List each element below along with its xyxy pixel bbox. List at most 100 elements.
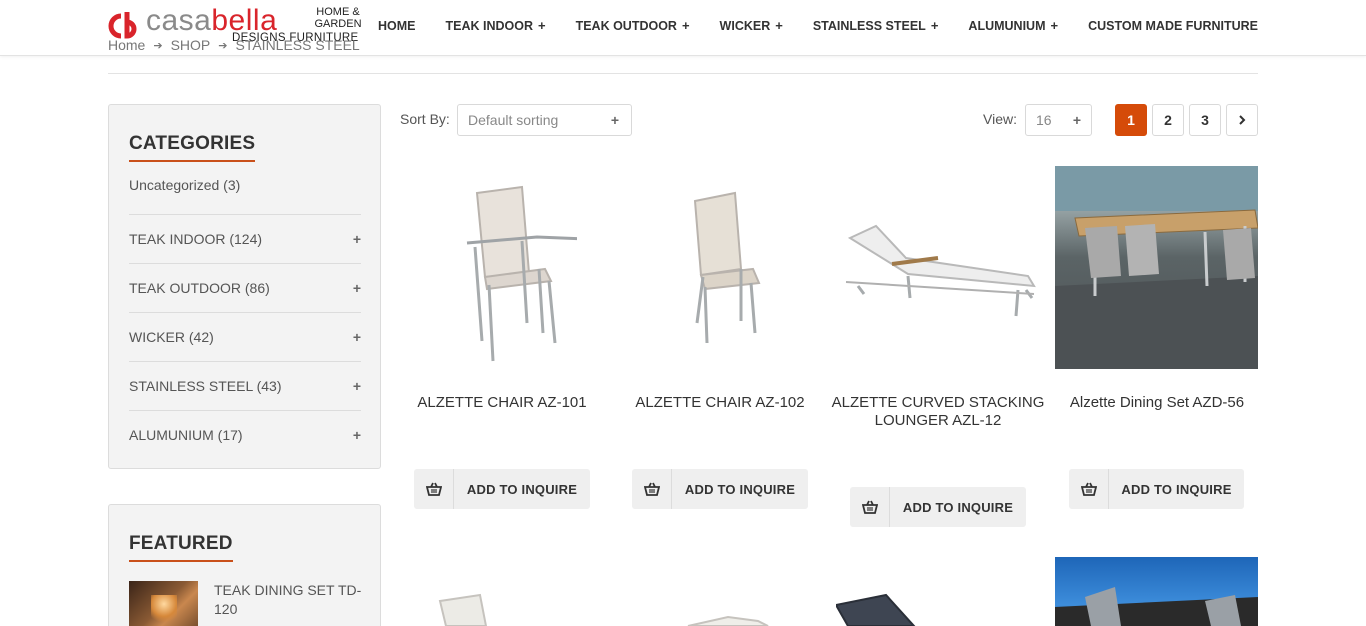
category-item[interactable]: TEAK INDOOR (124) +	[129, 214, 361, 263]
product-name[interactable]: ALZETTE CURVED STACKING LOUNGER AZL-12	[829, 394, 1047, 430]
nav-item-wicker[interactable]: WICKER +	[705, 18, 798, 33]
product-name[interactable]: Alzette Dining Set AZD-56	[1048, 394, 1266, 412]
category-item[interactable]: Uncategorized (3)	[129, 177, 361, 201]
product-image[interactable]	[618, 166, 821, 369]
product-card	[1055, 557, 1258, 626]
logo-tagline: HOME & GARDEN	[314, 6, 362, 30]
basket-icon	[1069, 469, 1109, 509]
add-to-inquire-button[interactable]: ADD TO INQUIRE	[414, 469, 590, 509]
product-name[interactable]: ALZETTE CHAIR AZ-102	[611, 394, 829, 412]
nav-item-label: CUSTOM MADE FURNITURE	[1088, 18, 1258, 33]
nav-item-teak-indoor[interactable]: TEAK INDOOR +	[430, 18, 560, 33]
sort-select[interactable]: Default sorting +	[457, 104, 632, 136]
category-list: Uncategorized (3) TEAK INDOOR (124) + TEAK …	[129, 177, 361, 459]
category-label[interactable]: Uncategorized (3)	[129, 177, 240, 193]
breadcrumb-home[interactable]: Home	[108, 37, 145, 53]
nav-item-teak-outdoor[interactable]: TEAK OUTDOOR +	[561, 18, 705, 33]
featured-thumbnail[interactable]	[129, 581, 198, 626]
basket-icon	[632, 469, 672, 509]
page-button-3[interactable]: 3	[1189, 104, 1221, 136]
nav-item-label: HOME	[377, 18, 416, 33]
nav-item-label: TEAK OUTDOOR	[575, 18, 677, 33]
nav-item-home[interactable]: HOME	[363, 18, 431, 33]
category-item[interactable]: TEAK OUTDOOR (86) +	[129, 263, 361, 312]
chair-armrest-image	[466, 185, 577, 361]
product-image[interactable]	[836, 166, 1039, 369]
product-card	[836, 557, 1039, 626]
product-name[interactable]: ALZETTE CHAIR AZ-101	[393, 394, 611, 412]
add-to-inquire-label: ADD TO INQUIRE	[902, 499, 1014, 515]
category-label[interactable]: STAINLESS STEEL (43)	[129, 378, 282, 394]
category-label[interactable]: ALUMUNIUM (17)	[129, 427, 243, 443]
breadcrumb-shop[interactable]: SHOP	[171, 37, 211, 53]
page-button-2[interactable]: 2	[1152, 104, 1184, 136]
basket-icon	[850, 487, 890, 527]
next-page-button[interactable]	[1226, 104, 1258, 136]
product-card	[400, 557, 603, 626]
category-label[interactable]: WICKER (42)	[129, 329, 214, 345]
pagination: 1 2 3	[1115, 104, 1258, 136]
featured-title: FEATURED	[129, 533, 233, 562]
plus-icon: +	[1072, 112, 1081, 128]
category-item[interactable]: WICKER (42) +	[129, 312, 361, 361]
add-to-inquire-label: ADD TO INQUIRE	[466, 481, 578, 497]
breadcrumb-arrow-icon: ➔	[153, 39, 163, 52]
dining-set-photo	[1055, 166, 1258, 369]
add-to-inquire-button[interactable]: ADD TO INQUIRE	[850, 487, 1026, 527]
nav-item-label: STAINLESS STEEL	[812, 18, 926, 33]
view-select[interactable]: 16 +	[1025, 104, 1092, 136]
nav-item-stainless-steel[interactable]: STAINLESS STEEL +	[798, 18, 954, 33]
logo-mark-icon	[108, 12, 137, 39]
featured-item-name[interactable]: TEAK DINING SET TD-120	[214, 581, 364, 626]
product-image[interactable]	[1055, 166, 1258, 369]
expand-plus-icon[interactable]: +	[353, 427, 361, 443]
expand-plus-icon[interactable]: +	[353, 329, 361, 345]
categories-title: CATEGORIES	[129, 133, 256, 162]
product-image[interactable]	[1055, 557, 1258, 626]
category-label[interactable]: TEAK INDOOR (124)	[129, 231, 262, 247]
page-button-1[interactable]: 1	[1115, 104, 1147, 136]
breadcrumb-current: STAINLESS STEEL	[235, 37, 360, 53]
breadcrumb-arrow-icon: ➔	[218, 39, 228, 52]
product-image[interactable]	[400, 166, 603, 369]
product-image[interactable]	[618, 557, 821, 626]
category-label[interactable]: TEAK OUTDOOR (86)	[129, 280, 270, 296]
chevron-right-icon	[1239, 115, 1246, 125]
add-to-inquire-label: ADD TO INQUIRE	[684, 481, 796, 497]
plus-icon: +	[681, 18, 690, 33]
plus-icon: +	[537, 18, 546, 33]
add-to-inquire-button[interactable]: ADD TO INQUIRE	[1069, 469, 1244, 509]
view-value: 16	[1036, 112, 1052, 128]
category-item[interactable]: STAINLESS STEEL (43) +	[129, 361, 361, 410]
sort-label: Sort By:	[400, 111, 450, 127]
basket-icon	[414, 469, 454, 509]
plus-icon: +	[775, 18, 783, 33]
nav-item-alumunium[interactable]: ALUMUNIUM +	[953, 18, 1073, 33]
nav-item-label: TEAK INDOOR	[445, 18, 533, 33]
page-divider	[108, 73, 1258, 74]
categories-panel: CATEGORIES Uncategorized (3) TEAK INDOOR …	[108, 104, 381, 469]
plus-icon: +	[610, 112, 619, 128]
nav-item-label: ALUMUNIUM	[968, 18, 1046, 33]
nav-item-custom-made-furniture[interactable]: CUSTOM MADE FURNITURE	[1073, 18, 1258, 33]
view-label: View:	[983, 111, 1017, 127]
lounger-image	[845, 224, 1036, 316]
product-card	[618, 557, 821, 626]
title-underline	[129, 160, 256, 162]
expand-plus-icon[interactable]: +	[353, 231, 361, 247]
add-to-inquire-button[interactable]: ADD TO INQUIRE	[632, 469, 808, 509]
add-to-inquire-label: ADD TO INQUIRE	[1121, 481, 1232, 497]
title-underline	[129, 560, 233, 562]
plus-icon: +	[1050, 18, 1059, 33]
category-item[interactable]: ALUMUNIUM (17) +	[129, 410, 361, 459]
plus-icon: +	[930, 18, 939, 33]
breadcrumb: Home ➔ SHOP ➔ STAINLESS STEEL	[108, 37, 360, 53]
nav-item-label: WICKER	[719, 18, 771, 33]
product-image[interactable]	[400, 557, 603, 626]
sort-value: Default sorting	[468, 112, 559, 128]
main-nav: HOME TEAK INDOOR + TEAK OUTDOOR + WICKER + STAI…	[363, 18, 1258, 33]
product-image[interactable]	[836, 557, 1039, 626]
expand-plus-icon[interactable]: +	[353, 378, 361, 394]
featured-item[interactable]: TEAK DINING SET TD-120	[129, 581, 364, 626]
expand-plus-icon[interactable]: +	[353, 280, 361, 296]
